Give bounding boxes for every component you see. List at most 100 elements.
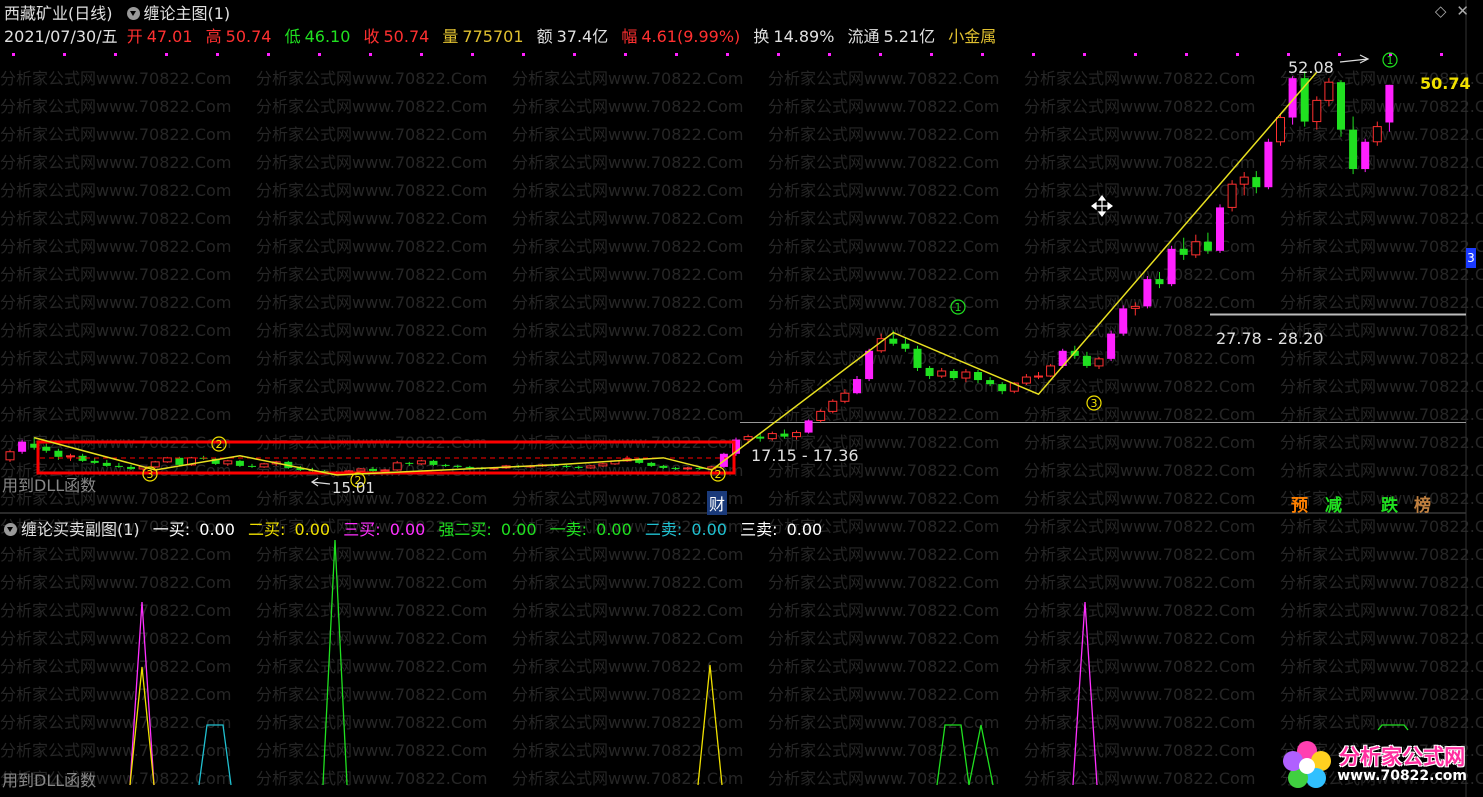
sub-item-label: 三卖: <box>740 520 778 539</box>
candle-body <box>18 441 27 452</box>
watermark-text: 分析家公式网www.70822.Com <box>0 181 231 200</box>
turnover-value: 14.89% <box>773 27 835 46</box>
volume-value: 775701 <box>462 27 524 46</box>
candle-body <box>1372 126 1382 143</box>
signal-dot <box>573 53 576 56</box>
candle-body <box>792 432 801 438</box>
candle-body <box>949 370 958 379</box>
close-icon[interactable]: ✕ <box>1456 2 1469 20</box>
high-label: 高 <box>205 27 222 46</box>
watermark-text: 分析家公式网www.70822.Com <box>0 125 231 144</box>
candle-body <box>1094 358 1104 367</box>
watermark-text: 分析家公式网www.70822.Com <box>256 349 487 368</box>
watermark-text: 分析家公式网www.70822.Com <box>1280 237 1483 256</box>
candle-body <box>1385 84 1394 123</box>
signal-dot <box>522 53 525 56</box>
quote-bar: 2021/07/30/五 开 47.01 高 50.74 低 46.10 收 50.74… <box>4 23 1000 47</box>
sub-item-value: 0.00 <box>389 520 426 539</box>
watermark-text: 分析家公式网www.70822.Com <box>0 545 231 564</box>
watermark-text: 分析家公式网www.70822.Com <box>256 629 487 648</box>
upper-range-label: 27.78 - 28.20 <box>1216 329 1324 348</box>
watermark-text: 分析家公式网www.70822.Com <box>256 97 487 116</box>
watermark-text: 分析家公式网www.70822.Com <box>512 461 743 480</box>
watermark-text: 分析家公式网www.70822.Com <box>1024 433 1255 452</box>
flower-icon <box>1283 741 1332 788</box>
stroke-node-number: 3 <box>1091 397 1098 410</box>
watermark-text: 分析家公式网www.70822.Com <box>768 489 999 508</box>
watermark-text: 分析家公式网www.70822.Com <box>768 573 999 592</box>
candle-body <box>1167 248 1176 285</box>
watermark-text: 分析家公式网www.70822.Com <box>512 181 743 200</box>
watermark-text: 分析家公式网www.70822.Com <box>1024 657 1255 676</box>
indicator-name[interactable]: 缠论主图(1) <box>144 4 231 23</box>
candle-body <box>248 465 256 467</box>
watermark-text: 分析家公式网www.70822.Com <box>1024 545 1255 564</box>
chart-canvas[interactable]: 分析家公式网www.70822.Com 分析家公式网www.70822.Com 分析… <box>0 0 1483 797</box>
diamond-icon[interactable]: ◇ <box>1435 2 1447 20</box>
watermark-text: 分析家公式网www.70822.Com <box>1024 517 1255 536</box>
sub-item-value: 0.00 <box>294 520 331 539</box>
candle-body <box>743 436 753 441</box>
candle-body <box>1312 99 1322 123</box>
candle-body <box>1155 279 1164 285</box>
watermark-text: 分析家公式网www.70822.Com <box>1280 293 1483 312</box>
sub-indicator-name[interactable]: 缠论买卖副图(1) <box>21 520 140 539</box>
watermark-text: 分析家公式网www.70822.Com <box>0 293 231 312</box>
signal-dot <box>1083 53 1086 56</box>
turnover-label: 换 <box>753 27 770 46</box>
candle-body <box>380 469 390 472</box>
signal-dot <box>726 53 729 56</box>
watermark-text: 分析家公式网www.70822.Com <box>1024 69 1255 88</box>
watermark-text: 分析家公式网www.70822.Com <box>768 545 999 564</box>
candle-body <box>853 379 861 394</box>
watermark-text: 分析家公式网www.70822.Com <box>1280 181 1483 200</box>
stock-name[interactable]: 西藏矿业(日线) <box>4 4 113 23</box>
sub-header: 缠论买卖副图(1) 一买: 0.00 二买: 0.00 三买: 0.00 强二买… <box>4 516 830 540</box>
candle-body <box>586 465 596 469</box>
candle-body <box>1107 333 1116 359</box>
watermark-text: 分析家公式网www.70822.Com <box>768 601 999 620</box>
signal-dot <box>267 53 270 56</box>
quote-date: 2021/07/30/五 <box>4 27 118 46</box>
watermark-text: 分析家公式网www.70822.Com <box>1280 97 1483 116</box>
watermark-text: 分析家公式网www.70822.Com <box>1280 601 1483 620</box>
watermark-text: 分析家公式网www.70822.Com <box>1280 433 1483 452</box>
watermark-text: 分析家公式网www.70822.Com <box>0 209 231 228</box>
tag-die[interactable]: 跌 <box>1381 491 1398 516</box>
candle-body <box>1300 78 1309 122</box>
watermark-text: 分析家公式网www.70822.Com <box>512 69 743 88</box>
watermark-text: 分析家公式网www.70822.Com <box>512 601 743 620</box>
tag-yu[interactable]: 预 <box>1291 491 1308 516</box>
high-value: 50.74 <box>225 27 272 46</box>
low-label: 低 <box>284 27 301 46</box>
low-value: 46.10 <box>304 27 351 46</box>
right-edge-marker[interactable]: 3 <box>1466 248 1476 268</box>
tag-bang[interactable]: 榜 <box>1414 491 1431 516</box>
dropdown-icon[interactable] <box>126 7 140 20</box>
watermark-text: 分析家公式网www.70822.Com <box>1024 377 1255 396</box>
watermark-text: 分析家公式网www.70822.Com <box>1280 713 1483 732</box>
watermark-text: 分析家公式网www.70822.Com <box>1024 713 1255 732</box>
watermark-text: 分析家公式网www.70822.Com <box>1280 377 1483 396</box>
watermark-text: 分析家公式网www.70822.Com <box>768 405 999 424</box>
stroke-node-number: 3 <box>147 468 154 481</box>
sub-dropdown-icon[interactable] <box>4 523 17 536</box>
watermark-text: 分析家公式网www.70822.Com <box>1024 573 1255 592</box>
sector-name[interactable]: 小金属 <box>948 27 996 46</box>
signal-dot <box>1236 53 1239 56</box>
cai-badge[interactable]: 财 <box>707 491 728 515</box>
watermark-text: 分析家公式网www.70822.Com <box>256 237 487 256</box>
candle-body <box>175 457 184 465</box>
candle-body <box>42 446 51 451</box>
tag-jian[interactable]: 减 <box>1325 491 1342 516</box>
watermark-text: 分析家公式网www.70822.Com <box>1024 153 1255 172</box>
watermark-text: 分析家公式网www.70822.Com <box>1024 97 1255 116</box>
watermark-text: 分析家公式网www.70822.Com <box>0 321 231 340</box>
watermark-text: 分析家公式网www.70822.Com <box>256 265 487 284</box>
candle-body <box>865 350 874 380</box>
main-header: 西藏矿业(日线) 缠论主图(1) <box>4 0 234 24</box>
watermark-text: 分析家公式网www.70822.Com <box>0 153 231 172</box>
sub-item-value: 0.00 <box>596 520 632 539</box>
watermark-text: 分析家公式网www.70822.Com <box>768 769 999 788</box>
candle-body <box>465 466 474 468</box>
